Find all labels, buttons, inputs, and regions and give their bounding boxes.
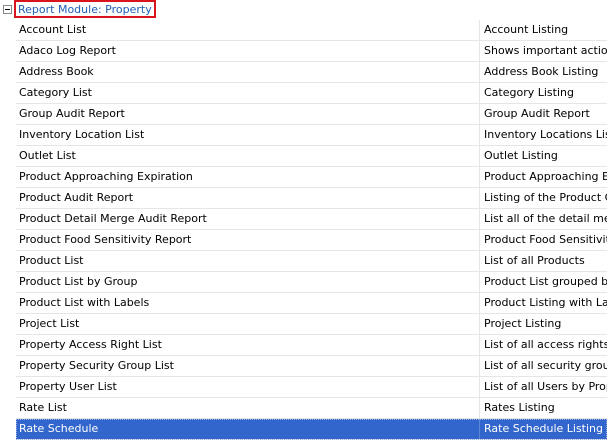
report-name-cell[interactable]: Product List with Labels <box>19 293 477 313</box>
table-row[interactable]: Outlet List Outlet Listing <box>16 146 607 167</box>
report-description-cell[interactable]: Rate Schedule Listing <box>484 419 607 439</box>
column-divider <box>479 272 480 292</box>
report-name-cell[interactable]: Product Food Sensitivity Report <box>19 230 477 250</box>
report-description-cell[interactable]: Category Listing <box>484 83 607 103</box>
report-description-cell[interactable]: Listing of the Product Cha <box>484 188 607 208</box>
report-description-cell[interactable]: Product Food Sensitivity R <box>484 230 607 250</box>
column-divider <box>479 251 480 271</box>
column-divider <box>479 398 480 418</box>
column-divider <box>479 188 480 208</box>
report-description-cell[interactable]: Product Approaching Expir <box>484 167 607 187</box>
column-divider <box>479 41 480 61</box>
column-divider <box>479 377 480 397</box>
report-name-cell[interactable]: Product List <box>19 251 477 271</box>
report-description-cell[interactable]: Account Listing <box>484 20 607 40</box>
report-name-cell[interactable]: Inventory Location List <box>19 125 477 145</box>
table-row[interactable]: Property User List List of all Users by P… <box>16 377 607 398</box>
report-name-cell[interactable]: Product Audit Report <box>19 188 477 208</box>
report-description-cell[interactable]: Address Book Listing <box>484 62 607 82</box>
report-name-cell[interactable]: Address Book <box>19 62 477 82</box>
report-name-cell[interactable]: Rate List <box>19 398 477 418</box>
table-row[interactable]: Address Book Address Book Listing <box>16 62 607 83</box>
column-divider <box>479 230 480 250</box>
report-description-cell[interactable]: Product Listing with Labels <box>484 293 607 313</box>
column-divider <box>479 146 480 166</box>
report-grid: Account List Account Listing Adaco Log Rep… <box>16 20 607 440</box>
report-name-cell[interactable]: Property Access Right List <box>19 335 477 355</box>
column-divider <box>479 83 480 103</box>
report-description-cell[interactable]: List of all Users by Proper <box>484 377 607 397</box>
column-divider <box>479 419 480 439</box>
report-description-cell[interactable]: Shows important actions t <box>484 41 607 61</box>
table-row[interactable]: Product List List of all Products <box>16 251 607 272</box>
report-description-cell[interactable]: Project Listing <box>484 314 607 334</box>
report-name-cell[interactable]: Product Detail Merge Audit Report <box>19 209 477 229</box>
table-row[interactable]: Project List Project Listing <box>16 314 607 335</box>
column-divider <box>479 125 480 145</box>
report-description-cell[interactable]: List of all Products <box>484 251 607 271</box>
report-name-cell[interactable]: Project List <box>19 314 477 334</box>
report-name-cell[interactable]: Adaco Log Report <box>19 41 477 61</box>
collapse-minus-icon[interactable] <box>3 5 12 14</box>
report-name-cell[interactable]: Account List <box>19 20 477 40</box>
table-row[interactable]: Product Approaching Expiration Product Ap… <box>16 167 607 188</box>
report-description-cell[interactable]: Rates Listing <box>484 398 607 418</box>
column-divider <box>479 314 480 334</box>
table-row[interactable]: Property Security Group List List of all … <box>16 356 607 377</box>
report-description-cell[interactable]: Inventory Locations Listin <box>484 125 607 145</box>
column-divider <box>479 293 480 313</box>
table-row[interactable]: Rate Schedule Rate Schedule Listing <box>16 419 607 440</box>
table-row[interactable]: Adaco Log Report Shows important actions … <box>16 41 607 62</box>
table-row[interactable]: Product Detail Merge Audit Report List al… <box>16 209 607 230</box>
report-description-cell[interactable]: Outlet Listing <box>484 146 607 166</box>
report-name-cell[interactable]: Category List <box>19 83 477 103</box>
report-name-cell[interactable]: Property Security Group List <box>19 356 477 376</box>
column-divider <box>479 62 480 82</box>
column-divider <box>479 356 480 376</box>
report-name-cell[interactable]: Product Approaching Expiration <box>19 167 477 187</box>
column-divider <box>479 167 480 187</box>
table-row[interactable]: Group Audit Report Group Audit Report <box>16 104 607 125</box>
table-row[interactable]: Property Access Right List List of all ac… <box>16 335 607 356</box>
table-row[interactable]: Product List by Group Product List groupe… <box>16 272 607 293</box>
report-name-cell[interactable]: Rate Schedule <box>19 419 477 439</box>
column-divider <box>479 20 480 40</box>
table-row[interactable]: Category List Category Listing <box>16 83 607 104</box>
report-description-cell[interactable]: Product List grouped by a <box>484 272 607 292</box>
table-row[interactable]: Account List Account Listing <box>16 20 607 41</box>
report-description-cell[interactable]: List all of the detail merge <box>484 209 607 229</box>
report-name-cell[interactable]: Group Audit Report <box>19 104 477 124</box>
table-row[interactable]: Inventory Location List Inventory Locatio… <box>16 125 607 146</box>
column-divider <box>479 104 480 124</box>
column-divider <box>479 335 480 355</box>
report-name-cell[interactable]: Product List by Group <box>19 272 477 292</box>
report-name-cell[interactable]: Property User List <box>19 377 477 397</box>
table-row[interactable]: Product Audit Report Listing of the Produ… <box>16 188 607 209</box>
group-header-report-module-property[interactable]: Report Module: Property <box>0 0 607 20</box>
report-name-cell[interactable]: Outlet List <box>19 146 477 166</box>
table-row[interactable]: Product Food Sensitivity Report Product F… <box>16 230 607 251</box>
table-row[interactable]: Product List with Labels Product Listing … <box>16 293 607 314</box>
column-divider <box>479 209 480 229</box>
table-row[interactable]: Rate List Rates Listing <box>16 398 607 419</box>
report-description-cell[interactable]: List of all access rights for <box>484 335 607 355</box>
report-description-cell[interactable]: List of all security groups i <box>484 356 607 376</box>
report-description-cell[interactable]: Group Audit Report <box>484 104 607 124</box>
group-label[interactable]: Report Module: Property <box>14 0 156 18</box>
